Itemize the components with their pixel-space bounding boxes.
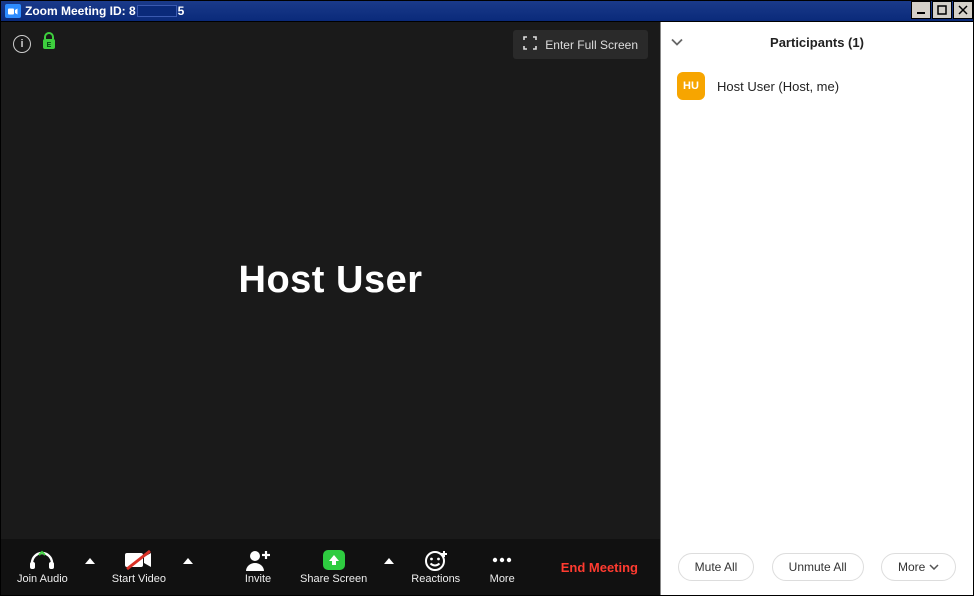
reactions-button[interactable]: Reactions: [399, 547, 472, 587]
participants-header: Participants (1): [661, 22, 973, 62]
meeting-toolbar: Join Audio Start Video: [1, 539, 660, 595]
share-options-chevron[interactable]: [379, 558, 399, 576]
collapse-chevron-icon[interactable]: [671, 35, 683, 50]
window-controls: [910, 1, 973, 21]
avatar: HU: [677, 72, 705, 100]
title-suffix: 5: [178, 4, 185, 18]
svg-text:E: E: [47, 42, 52, 49]
more-label: More: [490, 573, 515, 585]
close-button[interactable]: [953, 1, 973, 19]
participants-more-button[interactable]: More: [881, 553, 956, 581]
video-stage: i E Enter Full Screen Host User: [1, 22, 660, 539]
participants-title: Participants (1): [675, 35, 959, 50]
participants-panel: Participants (1) HU Host User (Host, me)…: [660, 22, 973, 595]
start-video-button[interactable]: Start Video: [100, 547, 178, 587]
title-prefix: Zoom Meeting ID: 8: [25, 4, 136, 18]
share-screen-label: Share Screen: [300, 573, 367, 585]
participant-name: Host User (Host, me): [717, 79, 839, 94]
enter-full-screen-button[interactable]: Enter Full Screen: [513, 30, 648, 59]
full-screen-label: Enter Full Screen: [545, 38, 638, 52]
participants-footer: Mute All Unmute All More: [661, 543, 973, 595]
encryption-lock-icon[interactable]: E: [41, 32, 57, 55]
start-video-label: Start Video: [112, 573, 166, 585]
video-area: i E Enter Full Screen Host User: [1, 22, 660, 595]
end-meeting-button[interactable]: End Meeting: [543, 560, 656, 575]
meeting-info-icon[interactable]: i: [13, 35, 31, 53]
maximize-button[interactable]: [932, 1, 952, 19]
chevron-down-icon: [929, 564, 939, 570]
window-title: Zoom Meeting ID: 8 5: [25, 4, 910, 18]
minimize-button[interactable]: [911, 1, 931, 19]
more-button[interactable]: More: [472, 547, 532, 587]
mute-all-button[interactable]: Mute All: [678, 553, 755, 581]
invite-button[interactable]: Invite: [228, 547, 288, 587]
share-screen-button[interactable]: Share Screen: [288, 547, 379, 587]
join-audio-label: Join Audio: [17, 573, 68, 585]
video-options-chevron[interactable]: [178, 558, 198, 576]
join-audio-button[interactable]: Join Audio: [5, 547, 80, 587]
zoom-app-icon: [5, 4, 21, 18]
active-speaker-name: Host User: [239, 259, 423, 302]
reactions-label: Reactions: [411, 573, 460, 585]
fullscreen-icon: [523, 36, 537, 53]
participant-row[interactable]: HU Host User (Host, me): [661, 62, 973, 110]
participants-more-label: More: [898, 560, 925, 574]
audio-options-chevron[interactable]: [80, 558, 100, 576]
unmute-all-button[interactable]: Unmute All: [772, 553, 864, 581]
meeting-id-redacted: [137, 5, 177, 17]
invite-label: Invite: [245, 573, 271, 585]
titlebar: Zoom Meeting ID: 8 5: [0, 0, 974, 22]
